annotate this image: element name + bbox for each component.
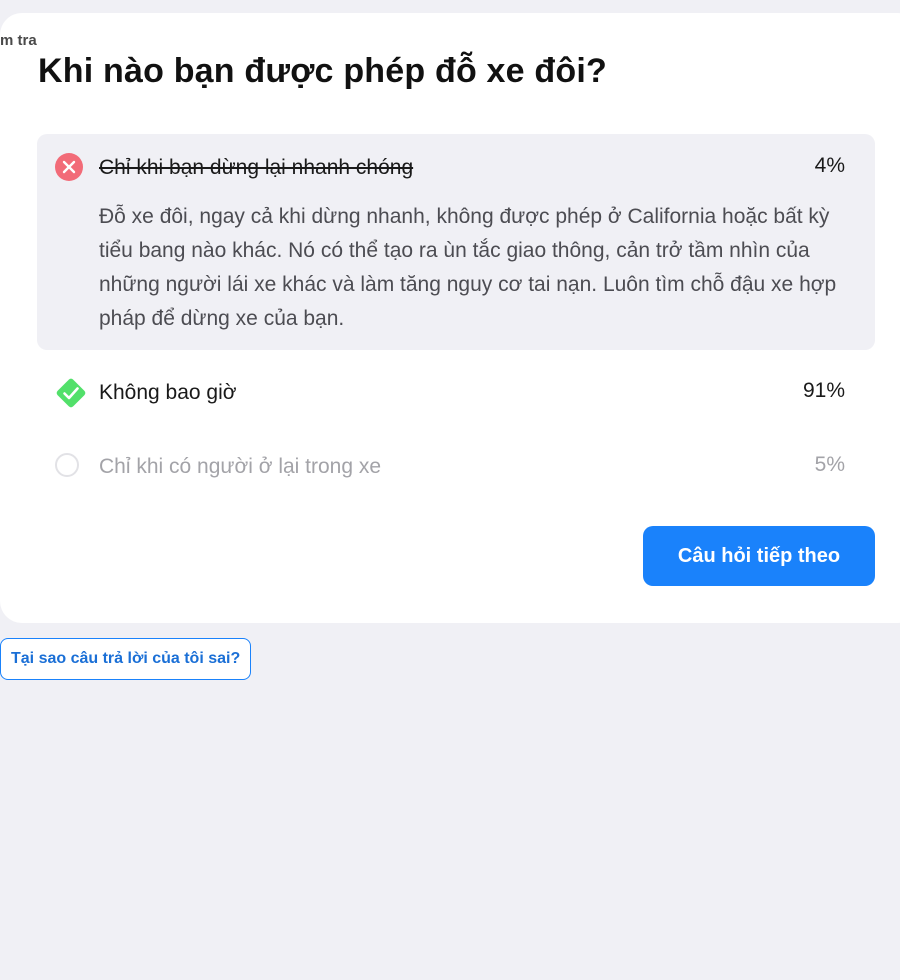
answer-label: Chỉ khi bạn dừng lại nhanh chóng: [99, 156, 414, 179]
answer-option-3[interactable]: Chỉ khi có người ở lại trong xe 5%: [37, 440, 875, 494]
question-title: Khi nào bạn được phép đỗ xe đôi?: [38, 52, 607, 90]
answer-option-1[interactable]: Chỉ khi bạn dừng lại nhanh chóng 4% Đỗ x…: [37, 134, 875, 350]
breadcrumb: m tra: [0, 32, 37, 49]
answer-percent: 91%: [802, 379, 845, 402]
answer-percent: 5%: [814, 453, 845, 476]
answer-explanation: Đỗ xe đôi, ngay cả khi dừng nhanh, không…: [99, 205, 837, 330]
check-diamond-icon: [53, 375, 86, 408]
empty-radio-icon: [55, 453, 79, 477]
answer-option-2[interactable]: Không bao giờ 91%: [37, 366, 875, 420]
next-question-button[interactable]: Câu hỏi tiếp theo: [643, 526, 875, 586]
answer-percent: 4%: [814, 154, 845, 177]
answer-label: Chỉ khi có người ở lại trong xe: [99, 455, 382, 478]
why-wrong-button[interactable]: Tại sao câu trả lời của tôi sai?: [0, 638, 252, 680]
wrong-x-icon: [55, 153, 83, 181]
answer-label: Không bao giờ: [99, 381, 237, 404]
